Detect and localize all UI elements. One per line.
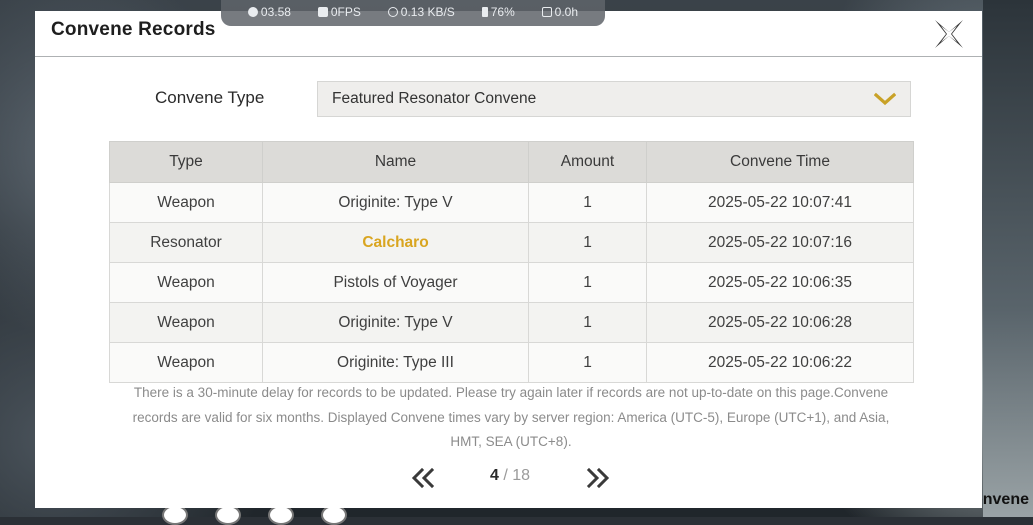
cell-name: Originite: Type V (262, 182, 529, 223)
hud-icon (321, 505, 347, 525)
network-stat: 0.13 KB/S (387, 5, 455, 19)
next-page-button[interactable] (585, 467, 611, 489)
hud-icon (162, 505, 188, 525)
timer-value: 0.0h (554, 5, 579, 19)
cell-type: Weapon (109, 182, 263, 223)
fps-value: 0FPS (330, 5, 361, 19)
header-convene-time: Convene Time (646, 141, 914, 183)
copy-icon (317, 7, 328, 17)
cell-amount: 1 (528, 302, 647, 343)
clock-icon (247, 7, 258, 17)
battery-icon (481, 7, 488, 17)
clock-value: 03.58 (260, 5, 291, 19)
header-amount: Amount (528, 141, 647, 183)
cell-amount: 1 (528, 222, 647, 263)
table-row: Resonator Calcharo 1 2025-05-22 10:07:16 (109, 222, 914, 263)
page-separator: / (498, 467, 513, 484)
table-row: Weapon Originite: Type V 1 2025-05-22 10… (109, 182, 914, 223)
cell-time: 2025-05-22 10:06:35 (646, 262, 914, 303)
table-header-row: Type Name Amount Convene Time (109, 141, 914, 183)
page-indicator: 4 / 18 (475, 467, 545, 485)
table-row: Weapon Originite: Type III 1 2025-05-22 … (109, 342, 914, 383)
cell-type: Weapon (109, 342, 263, 383)
convene-records-modal: Convene Records Convene Type Featured Re… (35, 11, 982, 508)
hud-icon (268, 505, 294, 525)
fps-stat: 0FPS (317, 5, 361, 19)
cell-time: 2025-05-22 10:07:41 (646, 182, 914, 223)
cell-amount: 1 (528, 182, 647, 223)
cell-type: Weapon (109, 262, 263, 303)
table-row: Weapon Pistols of Voyager 1 2025-05-22 1… (109, 262, 914, 303)
hud-icon (215, 505, 241, 525)
battery-stat: 76% (481, 5, 515, 19)
convene-type-select[interactable]: Featured Resonator Convene (317, 81, 911, 117)
previous-page-button[interactable] (410, 467, 436, 489)
cell-time: 2025-05-22 10:06:28 (646, 302, 914, 343)
modal-title: Convene Records (51, 19, 216, 40)
cell-type: Weapon (109, 302, 263, 343)
performance-overlay: 03.58 0FPS 0.13 KB/S 76% 0.0h (221, 0, 605, 26)
cell-time: 2025-05-22 10:07:16 (646, 222, 914, 263)
records-delay-note: There is a 30-minute delay for records t… (132, 385, 890, 449)
cell-name: Pistols of Voyager (262, 262, 529, 303)
total-pages: 18 (512, 467, 531, 484)
cell-amount: 1 (528, 342, 647, 383)
cell-name: Originite: Type V (262, 302, 529, 343)
table-row: Weapon Originite: Type V 1 2025-05-22 10… (109, 302, 914, 343)
cell-amount: 1 (528, 262, 647, 303)
cell-time: 2025-05-22 10:06:22 (646, 342, 914, 383)
timer-icon (541, 7, 552, 17)
header-type: Type (109, 141, 263, 183)
close-button[interactable] (930, 16, 968, 52)
chevron-down-icon (874, 92, 896, 106)
cell-type: Resonator (109, 222, 263, 263)
cell-name-highlighted: Calcharo (262, 222, 529, 263)
close-icon (935, 20, 963, 48)
background-strip (983, 0, 1033, 517)
network-value: 0.13 KB/S (400, 5, 455, 19)
battery-value: 76% (490, 5, 515, 19)
current-page: 4 (489, 467, 499, 484)
timer-stat: 0.0h (541, 5, 579, 19)
globe-icon (387, 7, 398, 17)
convene-type-value: Featured Resonator Convene (332, 90, 537, 107)
convene-type-label: Convene Type (155, 88, 265, 107)
pagination: 4 / 18 (35, 463, 982, 493)
header-name: Name (262, 141, 529, 183)
cell-name: Originite: Type III (262, 342, 529, 383)
records-table: Type Name Amount Convene Time Weapon Ori… (109, 141, 914, 383)
clock-stat: 03.58 (247, 5, 291, 19)
